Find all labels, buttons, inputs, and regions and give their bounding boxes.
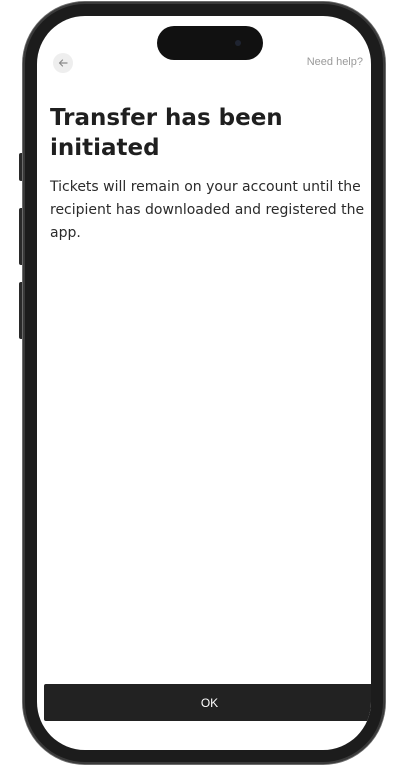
camera-lens [235, 40, 241, 46]
ok-button[interactable]: OK [44, 684, 371, 721]
transfer-description: Tickets will remain on your account unti… [50, 179, 365, 241]
back-button[interactable] [53, 53, 73, 73]
dynamic-island [157, 26, 263, 60]
need-help-link[interactable]: Need help? [307, 56, 363, 68]
page-title: Transfer has been initiated [50, 105, 283, 161]
arrow-left-icon [58, 59, 68, 67]
page: Need help? Transfer has been initiated T… [0, 0, 393, 767]
app-screen: Need help? Transfer has been initiated T… [37, 16, 371, 750]
